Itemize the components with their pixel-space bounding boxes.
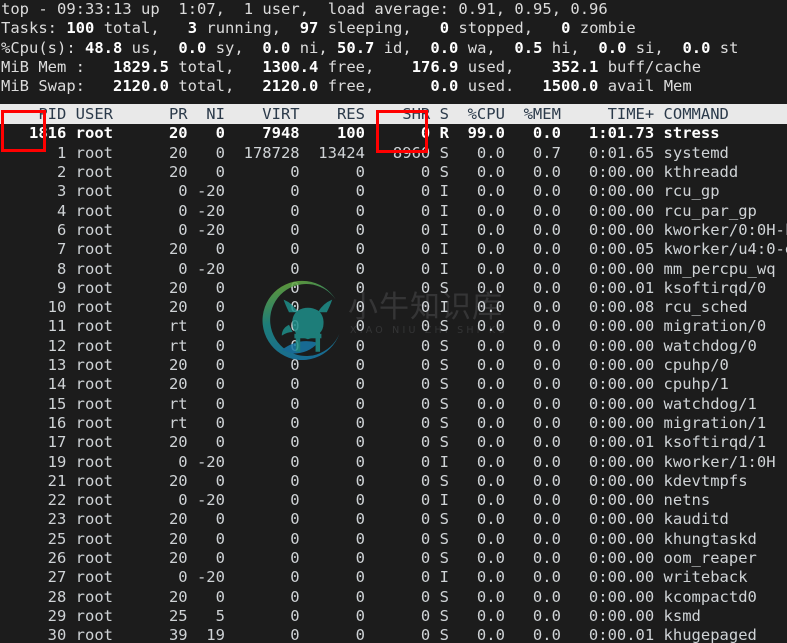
- table-row[interactable]: 13 root 20 0 0 0 0 S 0.0 0.0 0:00.00 cpu…: [0, 356, 787, 375]
- tasks-zombie-label: zombie: [579, 19, 636, 38]
- cpu-hi-value: 0.5: [514, 38, 543, 57]
- table-row[interactable]: 2 root 20 0 0 0 0 S 0.0 0.0 0:00.00 kthr…: [0, 163, 787, 182]
- cpu-st-value: 0.0: [682, 38, 711, 57]
- cpu-sy-label: sy,: [215, 38, 244, 57]
- swap-free-value: 2120.0: [262, 77, 319, 96]
- swap-free-label: free,: [327, 77, 375, 96]
- table-row[interactable]: 30 root 39 19 0 0 0 S 0.0 0.0 0:00.01 kh…: [0, 626, 787, 643]
- cpu-si-label: si,: [635, 38, 664, 57]
- table-row[interactable]: 22 root 0 -20 0 0 0 I 0.0 0.0 0:00.00 ne…: [0, 491, 787, 510]
- mem-free-label: free,: [327, 57, 375, 76]
- cpu-ni-label: ni,: [299, 38, 328, 57]
- tasks-line: Tasks: 100 total, 3 running, 97 sleeping…: [0, 19, 787, 38]
- cpu-hi-label: hi,: [551, 38, 580, 57]
- tasks-total-label: total,: [103, 19, 160, 38]
- top-program-label: top -: [1, 0, 48, 18]
- cpu-st-label: st: [719, 38, 739, 57]
- cpu-us-value: 48.8: [85, 38, 123, 57]
- table-row[interactable]: 6 root 0 -20 0 0 0 I 0.0 0.0 0:00.00 kwo…: [0, 221, 787, 240]
- swap-total-label: total,: [178, 77, 235, 96]
- tasks-sleeping-label: sleeping,: [327, 19, 412, 38]
- cpu-wa-value: 0.0: [430, 38, 459, 57]
- mem-total-label: total,: [178, 57, 235, 76]
- top-uptime-line: top - 09:33:13 up 1:07, 1 user, load ave…: [1, 0, 608, 18]
- table-row[interactable]: 19 root 0 -20 0 0 0 I 0.0 0.0 0:00.00 kw…: [0, 453, 787, 472]
- cpu-us-label: us,: [131, 38, 160, 57]
- load-1min: 0.91: [458, 0, 496, 18]
- mem-buffcache-label: buff/cache: [607, 57, 702, 76]
- cpu-label: %Cpu(s):: [1, 38, 76, 57]
- swap-avail-value: 1500.0: [542, 77, 599, 96]
- table-row[interactable]: 17 root 20 0 0 0 0 S 0.0 0.0 0:00.01 kso…: [0, 433, 787, 452]
- process-table-header: PID USER PR NI VIRT RES SHR S %CPU %MEM …: [0, 104, 787, 125]
- table-row[interactable]: 29 root 25 5 0 0 0 S 0.0 0.0 0:00.00 ksm…: [0, 607, 787, 626]
- current-time: 09:33:13: [57, 0, 132, 18]
- table-row[interactable]: 21 root 20 0 0 0 0 S 0.0 0.0 0:00.00 kde…: [0, 472, 787, 491]
- mem-used-label: used,: [467, 57, 515, 76]
- table-row[interactable]: 3 root 0 -20 0 0 0 I 0.0 0.0 0:00.00 rcu…: [0, 182, 787, 201]
- tasks-sleeping-value: 97: [299, 19, 319, 38]
- up-label: up: [141, 0, 160, 18]
- swap-line: MiB Swap: 2120.0 total, 2120.0 free, 0.0…: [0, 77, 787, 96]
- mem-free-value: 1300.4: [262, 57, 319, 76]
- mem-total-value: 1829.5: [113, 57, 169, 76]
- cpu-id-value: 50.7: [337, 38, 375, 57]
- swap-total-value: 2120.0: [113, 77, 169, 96]
- tasks-label: Tasks:: [1, 19, 57, 38]
- mem-used-value: 176.9: [411, 57, 459, 76]
- table-row[interactable]: 14 root 20 0 0 0 0 S 0.0 0.0 0:00.00 cpu…: [0, 375, 787, 394]
- cpu-line: %Cpu(s): 48.8 us, 0.0 sy, 0.0 ni, 50.7 i…: [0, 39, 787, 58]
- cpu-id-label: id,: [383, 38, 412, 57]
- load-5min: 0.95: [514, 0, 552, 18]
- table-row[interactable]: 10 root 20 0 0 0 0 I 0.0 0.0 0:00.08 rcu…: [0, 298, 787, 317]
- uptime-value: 1:07,: [178, 0, 226, 18]
- cpu-si-value: 0.0: [598, 38, 627, 57]
- mem-line: MiB Mem : 1829.5 total, 1300.4 free, 176…: [0, 58, 787, 77]
- tasks-zombie-value: 0: [561, 19, 571, 38]
- table-row[interactable]: 15 root rt 0 0 0 0 S 0.0 0.0 0:00.00 wat…: [0, 395, 787, 414]
- load-average-label: load average:: [327, 0, 450, 18]
- table-row[interactable]: 25 root 20 0 0 0 0 S 0.0 0.0 0:00.00 khu…: [0, 530, 787, 549]
- table-row[interactable]: 8 root 0 -20 0 0 0 I 0.0 0.0 0:00.00 mm_…: [0, 260, 787, 279]
- table-row[interactable]: 28 root 20 0 0 0 0 S 0.0 0.0 0:00.00 kco…: [0, 588, 787, 607]
- swap-avail-label: avail Mem: [607, 77, 692, 96]
- table-row[interactable]: 27 root 0 -20 0 0 0 I 0.0 0.0 0:00.00 wr…: [0, 568, 787, 587]
- swap-used-label: used.: [467, 77, 515, 96]
- table-row[interactable]: 4 root 0 -20 0 0 0 I 0.0 0.0 0:00.00 rcu…: [0, 202, 787, 221]
- cpu-sy-value: 0.0: [178, 38, 207, 57]
- table-row[interactable]: 1 root 20 0 178728 13424 8960 S 0.0 0.7 …: [0, 144, 787, 163]
- cpu-ni-value: 0.0: [262, 38, 291, 57]
- tasks-stopped-label: stopped,: [458, 19, 534, 38]
- cpu-wa-label: wa,: [467, 38, 496, 57]
- table-row[interactable]: 12 root rt 0 0 0 0 S 0.0 0.0 0:00.00 wat…: [0, 337, 787, 356]
- load-15min: 0.96: [570, 0, 608, 18]
- table-row[interactable]: 23 root 20 0 0 0 0 S 0.0 0.0 0:00.00 kau…: [0, 510, 787, 529]
- tasks-running-label: running,: [206, 19, 282, 38]
- process-table-body: 1816 root 20 0 7948 100 0 R 99.0 0.0 1:0…: [0, 124, 787, 643]
- user-count: 1 user,: [243, 0, 310, 18]
- table-row[interactable]: 9 root 20 0 0 0 0 S 0.0 0.0 0:00.01 ksof…: [0, 279, 787, 298]
- table-row[interactable]: 16 root rt 0 0 0 0 S 0.0 0.0 0:00.00 mig…: [0, 414, 787, 433]
- swap-used-value: 0.0: [430, 77, 459, 96]
- table-row[interactable]: 1816 root 20 0 7948 100 0 R 99.0 0.0 1:0…: [0, 124, 787, 143]
- terminal-window: top - 09:33:13 up 1:07, 1 user, load ave…: [0, 0, 787, 643]
- table-row[interactable]: 26 root 20 0 0 0 0 S 0.0 0.0 0:00.00 oom…: [0, 549, 787, 568]
- swap-label: MiB Swap:: [1, 77, 85, 96]
- tasks-stopped-value: 0: [439, 19, 450, 38]
- tasks-running-value: 3: [187, 19, 198, 38]
- table-row[interactable]: 7 root 20 0 0 0 0 I 0.0 0.0 0:00.05 kwor…: [0, 240, 787, 259]
- mem-buffcache-value: 352.1: [551, 57, 599, 76]
- mem-label: MiB Mem :: [1, 57, 85, 76]
- table-row[interactable]: 11 root rt 0 0 0 0 S 0.0 0.0 0:00.00 mig…: [0, 317, 787, 336]
- tasks-total-value: 100: [66, 19, 95, 38]
